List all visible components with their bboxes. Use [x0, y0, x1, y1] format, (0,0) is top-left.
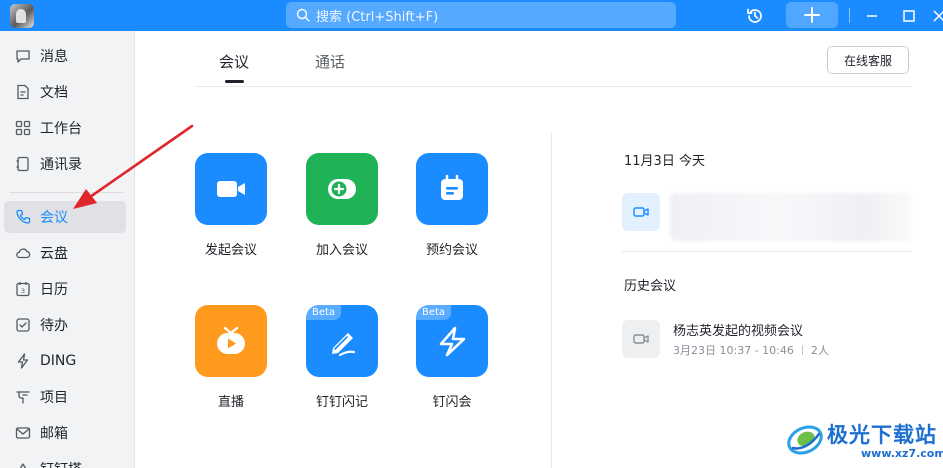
sidebar-item-workbench[interactable]: 工作台 [4, 112, 126, 144]
user-avatar[interactable] [10, 4, 34, 28]
site-watermark: 极光下载站 www.xz7.com [785, 414, 943, 468]
tile-label: 钉闪会 [432, 395, 472, 410]
history-meeting-time: 3月23日 10:37 - 10:46 [673, 344, 794, 357]
calendar-icon: 3 [14, 280, 32, 298]
tile-label: 钉钉闪记 [315, 395, 368, 410]
minimize-button[interactable] [862, 6, 882, 26]
beta-badge: Beta [306, 305, 342, 320]
sidebar-item-todo[interactable]: 待办 [4, 309, 126, 341]
sidebar-item-label: 文档 [40, 85, 68, 101]
workbench-icon [14, 119, 32, 137]
sidebar-item-meetings[interactable]: 会议 [4, 201, 126, 233]
sidebar-item-label: 待办 [40, 318, 68, 334]
pen-note-icon: Beta [306, 305, 378, 377]
maximize-button[interactable] [899, 6, 919, 26]
sidebar-item-mail[interactable]: 邮箱 [4, 417, 126, 449]
plus-icon [804, 7, 820, 23]
tab-call[interactable]: 通话 [315, 51, 345, 72]
dingtalk-notes-tile[interactable]: Beta 钉钉闪记 [292, 305, 392, 410]
tile-label: 发起会议 [204, 243, 257, 258]
today-date-label: 11月3日 今天 [624, 154, 705, 169]
phone-icon [14, 208, 32, 226]
panel-divider [551, 133, 552, 468]
watermark-title: 极光下载站 [827, 423, 937, 447]
tile-label: 加入会议 [315, 243, 368, 258]
sidebar-divider [10, 192, 124, 193]
video-camera-icon [622, 320, 660, 358]
sidebar-item-label: 钉钉搭 [40, 459, 82, 468]
sidebar-item-label: 项目 [40, 390, 68, 406]
project-icon [14, 388, 32, 406]
watermark-url: www.xz7.com [861, 447, 943, 460]
build-icon [14, 460, 32, 468]
today-meeting-card[interactable] [622, 193, 912, 241]
search-icon [296, 8, 310, 22]
history-meeting-participants: 2人 [810, 344, 829, 357]
create-button[interactable] [786, 2, 838, 28]
schedule-meeting-tile[interactable]: 预约会议 [402, 153, 502, 258]
document-icon [14, 83, 32, 101]
svg-text:3: 3 [21, 287, 25, 295]
start-meeting-tile[interactable]: 发起会议 [181, 153, 281, 258]
tab-meeting[interactable]: 会议 [219, 51, 249, 72]
meta-separator [801, 345, 803, 355]
beta-badge: Beta [416, 305, 452, 320]
search-input[interactable]: 搜索 (Ctrl+Shift+F) [286, 2, 676, 28]
online-support-button[interactable]: 在线客服 [827, 46, 909, 74]
sidebar-item-contacts[interactable]: 通讯录 [4, 148, 126, 180]
tile-label: 直播 [217, 395, 244, 410]
close-icon [933, 10, 943, 22]
join-plus-icon [306, 153, 378, 225]
live-stream-tile[interactable]: 直播 [181, 305, 281, 410]
live-tv-icon [195, 305, 267, 377]
sidebar-item-label: DING [40, 353, 77, 369]
active-tab-indicator [225, 80, 244, 83]
sidebar-item-label: 日历 [40, 282, 68, 298]
history-button[interactable] [744, 5, 766, 27]
tile-label: 预约会议 [425, 243, 478, 258]
video-camera-icon [622, 193, 660, 231]
calendar-icon [416, 153, 488, 225]
sidebar-item-docs[interactable]: 文档 [4, 76, 126, 108]
sidebar-item-label: 邮箱 [40, 426, 68, 442]
title-bar: 搜索 (Ctrl+Shift+F) [0, 0, 943, 31]
message-icon [14, 47, 32, 65]
history-meeting-item[interactable]: 杨志英发起的视频会议 3月23日 10:37 - 10:46 2人 [622, 318, 912, 362]
contacts-icon [14, 155, 32, 173]
sidebar-item-label: 会议 [40, 210, 68, 226]
todo-icon [14, 316, 32, 334]
history-meeting-title: 杨志英发起的视频会议 [673, 324, 804, 339]
sidebar-item-build[interactable]: 钉钉搭 [4, 453, 126, 468]
close-button[interactable] [931, 6, 943, 26]
video-camera-icon [195, 153, 267, 225]
aurora-logo-icon [787, 425, 823, 455]
join-meeting-tile[interactable]: 加入会议 [292, 153, 392, 258]
sidebar: 消息 文档 工作台 通讯录 会议 云盘 3 日历 待办 DING 项目 邮箱 [0, 31, 135, 468]
clock-history-icon [747, 8, 762, 23]
ding-icon [14, 352, 32, 370]
history-meeting-meta: 3月23日 10:37 - 10:46 2人 [673, 342, 829, 358]
sidebar-item-label: 云盘 [40, 246, 68, 262]
lightning-icon: Beta [416, 305, 488, 377]
titlebar-divider [849, 8, 850, 23]
meeting-tabs: 会议 通话 [195, 40, 911, 87]
maximize-icon [903, 10, 915, 22]
sidebar-item-label: 消息 [40, 49, 68, 65]
search-placeholder: 搜索 (Ctrl+Shift+F) [316, 9, 439, 25]
flash-meeting-tile[interactable]: Beta 钉闪会 [402, 305, 502, 410]
sidebar-item-messages[interactable]: 消息 [4, 40, 126, 72]
sidebar-item-projects[interactable]: 项目 [4, 381, 126, 413]
section-divider [622, 251, 912, 252]
cloud-icon [14, 244, 32, 262]
history-section-title: 历史会议 [624, 279, 677, 294]
sidebar-item-ding[interactable]: DING [4, 345, 126, 377]
blurred-meeting-info [670, 193, 912, 241]
minimize-icon [867, 15, 877, 17]
sidebar-item-label: 工作台 [40, 121, 82, 137]
mail-icon [14, 424, 32, 442]
sidebar-item-calendar[interactable]: 3 日历 [4, 273, 126, 305]
sidebar-item-cloud-drive[interactable]: 云盘 [4, 237, 126, 269]
sidebar-item-label: 通讯录 [40, 157, 82, 173]
